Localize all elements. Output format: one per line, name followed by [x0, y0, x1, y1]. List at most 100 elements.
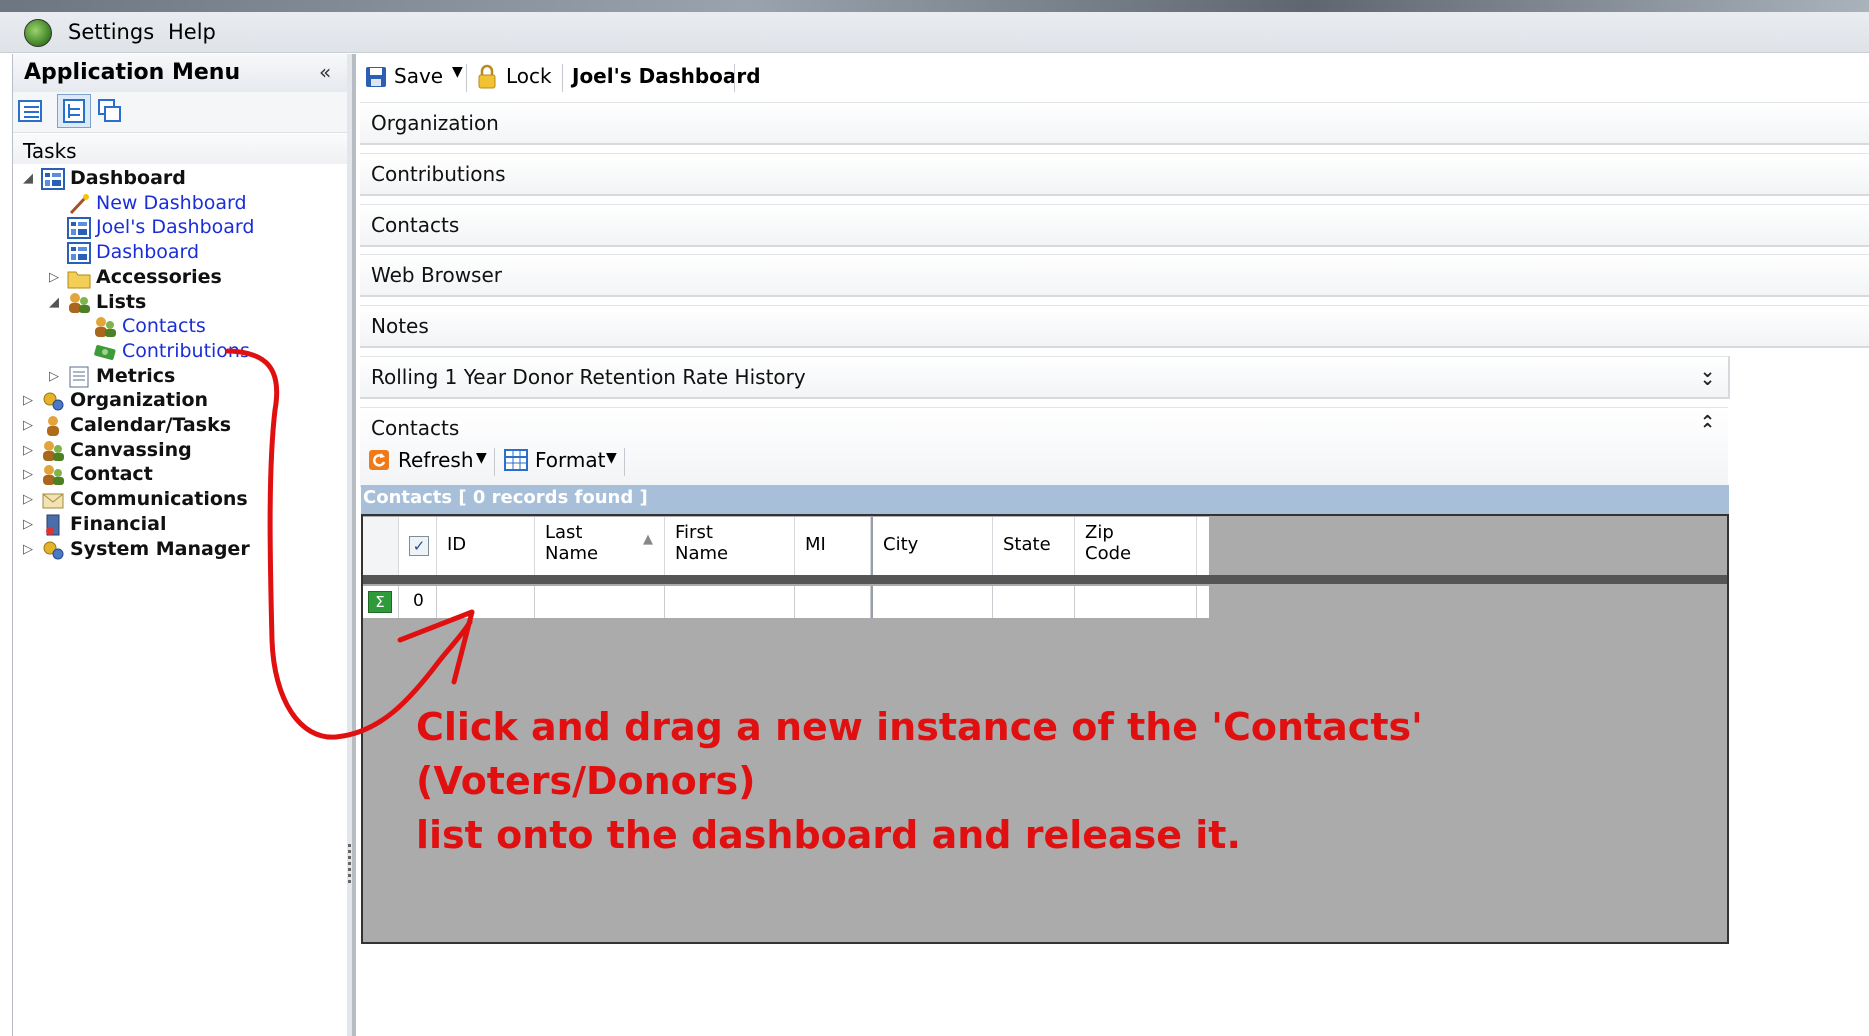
lock-icon	[478, 64, 496, 89]
windows-view-icon[interactable]	[97, 98, 123, 124]
expand-arrow-icon[interactable]: ▷	[23, 418, 33, 433]
column-label: State	[1003, 534, 1051, 555]
table-cell: 0	[399, 586, 437, 618]
application-menu-header: Application Menu «	[13, 54, 347, 93]
grid-caption: Contacts [ 0 records found ]	[361, 485, 1729, 514]
section-title: Rolling 1 Year Donor Retention Rate Hist…	[371, 365, 806, 389]
annotation-line-1: Click and drag a new instance of the 'Co…	[416, 705, 1423, 803]
sidebar-item-label: Communications	[70, 488, 248, 511]
row-indicator: Σ	[363, 586, 399, 618]
table-cell	[535, 586, 665, 618]
sidebar-item-label: Contact	[70, 463, 153, 486]
format-button[interactable]: Format	[535, 448, 605, 472]
format-icon	[504, 449, 528, 471]
collapse-panel-icon[interactable]: «	[319, 60, 331, 84]
report-icon	[67, 366, 91, 388]
folder-icon	[67, 267, 91, 289]
sidebar-item-system-manager[interactable]: ▷ System Manager	[13, 537, 347, 566]
tree-view-icon	[63, 99, 85, 123]
sidebar-item-label: New Dashboard	[96, 191, 247, 214]
tasks-label: Tasks	[23, 139, 77, 163]
menu-settings[interactable]: Settings	[68, 20, 154, 44]
column-label: First Name	[675, 522, 729, 564]
grid-summary-row[interactable]: Σ 0	[363, 586, 1209, 618]
column-id[interactable]: ID	[437, 517, 535, 575]
records-found-label: Contacts [ 0 records found ]	[363, 487, 648, 508]
annotation-line-2: list onto the dashboard and release it.	[416, 813, 1241, 857]
dashboard-icon	[41, 168, 65, 190]
grid-header-row: ✓ ID Last Name ▲ First Name MI City State…	[363, 517, 1209, 575]
grid-header-separator	[363, 575, 1727, 584]
table-cell	[437, 586, 535, 618]
section-retention-history[interactable]: Rolling 1 Year Donor Retention Rate Hist…	[360, 356, 1730, 399]
column-state[interactable]: State	[993, 517, 1075, 575]
menu-help[interactable]: Help	[168, 20, 216, 44]
table-cell	[795, 586, 871, 618]
splitter-grip[interactable]	[348, 844, 351, 884]
expand-chevron-icon-2: ⌄	[1700, 369, 1716, 390]
app-logo-icon[interactable]	[24, 19, 52, 47]
sidebar-item-label: Accessories	[96, 265, 222, 288]
sum-icon: Σ	[368, 591, 392, 613]
server-icon	[41, 514, 65, 536]
sidebar-item-label: Calendar/Tasks	[70, 414, 232, 436]
select-all-checkbox[interactable]: ✓	[409, 536, 429, 556]
expand-arrow-icon[interactable]: ▷	[23, 467, 33, 482]
sidebar-item-label: Dashboard	[96, 241, 200, 264]
section-contributions[interactable]: Contributions	[360, 153, 1869, 196]
save-button[interactable]: Save	[394, 64, 443, 88]
sidebar-item-label: System Manager	[70, 537, 250, 560]
column-city[interactable]: City	[871, 517, 993, 575]
expand-arrow-icon[interactable]: ▷	[23, 393, 33, 408]
tasks-header: Tasks	[13, 134, 347, 164]
expand-arrow-icon[interactable]: ▷	[23, 517, 33, 532]
expand-arrow-icon[interactable]: ▷	[49, 369, 59, 384]
collapse-arrow-icon[interactable]: ◢	[49, 295, 59, 310]
section-notes[interactable]: Notes	[360, 305, 1869, 348]
refresh-dropdown-icon[interactable]: ▼	[476, 450, 487, 466]
money-icon	[93, 341, 117, 363]
sidebar-item-label: Contributions	[122, 339, 250, 362]
column-label: ID	[447, 534, 467, 555]
collapse-arrow-icon[interactable]: ◢	[23, 171, 33, 186]
expand-arrow-icon[interactable]: ▷	[23, 542, 33, 557]
people-icon	[67, 292, 91, 314]
column-last-name[interactable]: Last Name ▲	[535, 517, 665, 575]
people-icon	[93, 316, 117, 338]
format-dropdown-icon[interactable]: ▼	[606, 450, 617, 466]
tab-joels-dashboard[interactable]: Joel's Dashboard	[572, 64, 761, 88]
expand-arrow-icon[interactable]: ▷	[23, 492, 33, 507]
sort-ascending-icon: ▲	[643, 532, 653, 547]
section-contacts[interactable]: Contacts	[360, 204, 1869, 247]
sidebar-item-label: Joel's Dashboard	[96, 216, 255, 239]
column-label: MI	[805, 534, 826, 555]
tree-view-button[interactable]	[57, 94, 91, 128]
refresh-button[interactable]: Refresh	[398, 448, 474, 472]
expand-arrow-icon[interactable]: ▷	[49, 270, 59, 285]
select-all-header[interactable]: ✓	[399, 517, 437, 575]
row-indicator-header	[363, 517, 399, 575]
save-dropdown-icon[interactable]: ▼	[452, 64, 463, 80]
section-contacts-panel: Contacts ⌃ ⌃ Refresh ▼ Format ▼	[360, 407, 1728, 487]
sidebar-item-label: Lists	[96, 290, 147, 313]
section-web-browser[interactable]: Web Browser	[360, 254, 1869, 297]
dashboard-border	[352, 54, 356, 1036]
people-icon	[41, 464, 65, 486]
toolbar-separator	[562, 64, 563, 92]
list-view-icon[interactable]	[17, 98, 43, 124]
dashboard-toolbar: Save ▼ Lock Joel's Dashboard	[356, 56, 1869, 98]
section-title: Notes	[371, 314, 429, 338]
toolbar-separator	[494, 448, 495, 476]
column-first-name[interactable]: First Name	[665, 517, 795, 575]
instruction-annotation: Click and drag a new instance of the 'Co…	[416, 700, 1716, 862]
column-mi[interactable]: MI	[795, 517, 871, 575]
table-cell	[1075, 586, 1197, 618]
section-organization[interactable]: Organization	[360, 102, 1869, 145]
column-zip-code[interactable]: Zip Code	[1075, 517, 1197, 575]
section-title: Organization	[371, 111, 499, 135]
people-icon	[41, 440, 65, 462]
application-menu-panel: Application Menu « Tasks ◢ Dashboard New D…	[12, 54, 348, 1036]
sidebar-item-label: Dashboard	[70, 167, 186, 189]
lock-button[interactable]: Lock	[506, 64, 552, 88]
expand-arrow-icon[interactable]: ▷	[23, 443, 33, 458]
